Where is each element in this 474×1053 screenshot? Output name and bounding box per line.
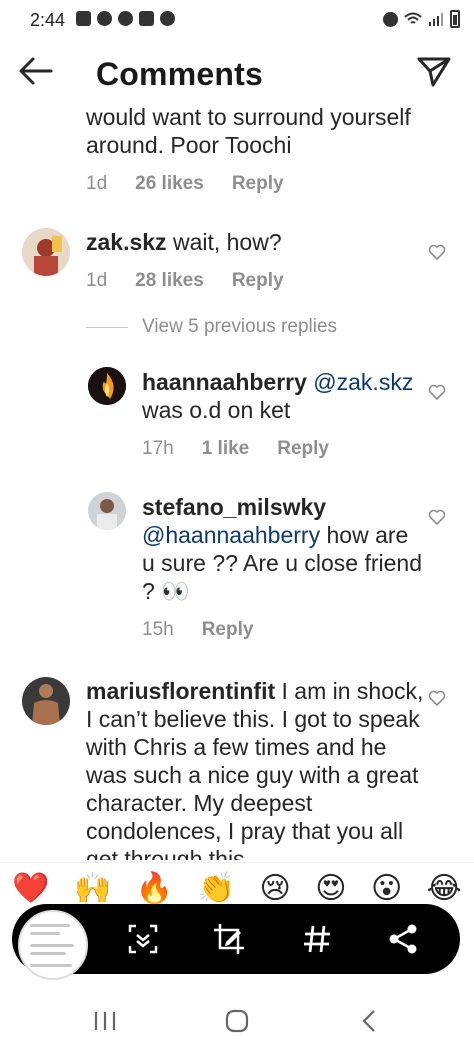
like-heart-icon[interactable] <box>428 690 446 706</box>
reaction-raised-hands[interactable]: 🙌 <box>74 872 111 906</box>
reaction-clap[interactable]: 👏 <box>198 872 235 906</box>
avatar[interactable] <box>88 367 126 405</box>
like-heart-icon[interactable] <box>428 384 446 400</box>
reaction-crying[interactable]: 😢 <box>259 872 290 906</box>
share-icon <box>389 924 417 954</box>
hashtag-button[interactable] <box>300 922 334 956</box>
screenshot-toolbar <box>12 904 460 980</box>
comment-username[interactable]: zak.skz <box>86 229 167 255</box>
comment: zak.skz wait, how? 1d 28 likes Reply <box>86 228 416 292</box>
reply: haannaahberry @zak.skz was o.d on ket 17h… <box>142 368 422 460</box>
view-replies-label: View 5 previous replies <box>142 316 338 337</box>
comment-meta: 1d 26 likes Reply <box>86 173 446 195</box>
comment: mariusflorentinfit I am in shock, I can’… <box>86 677 426 860</box>
home-icon <box>225 1009 249 1033</box>
scroll-capture-button[interactable] <box>126 922 160 956</box>
reply-meta: 15h Reply <box>142 619 422 641</box>
alarm-icon <box>383 11 398 27</box>
reply-time: 17h <box>142 438 174 459</box>
comment-text: would want to surround yourself around. … <box>86 104 411 158</box>
comment-text: wait, how? <box>166 229 282 255</box>
divider-line <box>86 326 128 328</box>
hashtag-icon <box>304 925 330 953</box>
reaction-fire[interactable]: 🔥 <box>136 872 173 906</box>
wifi-icon <box>404 12 422 24</box>
status-time: 2:44 <box>30 10 66 30</box>
comment-meta: 1d 28 likes Reply <box>86 270 416 292</box>
reply-username[interactable]: haannaahberry <box>142 369 307 395</box>
paper-plane-icon <box>417 57 451 87</box>
page-title: Comments <box>96 56 263 92</box>
snapchat-icon <box>97 11 112 26</box>
reply-button[interactable]: Reply <box>277 438 329 460</box>
reply-text: was o.d on ket <box>142 397 291 423</box>
signal-icon <box>429 13 443 26</box>
twitter-icon <box>118 11 133 26</box>
like-count[interactable]: 26 likes <box>135 173 204 195</box>
reaction-surprised[interactable]: 😮 <box>371 872 402 906</box>
recent-apps-button[interactable] <box>90 1008 120 1034</box>
reply: stefano_milswky @haannaahberry how are u … <box>142 493 422 641</box>
recent-apps-icon <box>94 1012 116 1030</box>
back-arrow-icon <box>19 57 53 85</box>
scroll-capture-icon <box>128 924 158 954</box>
message-icon <box>76 11 91 26</box>
like-heart-icon[interactable] <box>428 509 446 525</box>
comment-time: 1d <box>86 173 108 194</box>
reply-meta: 17h 1 like Reply <box>142 438 422 460</box>
like-heart-icon[interactable] <box>428 244 446 260</box>
share-direct-button[interactable] <box>416 56 452 88</box>
back-nav-button[interactable] <box>354 1008 384 1034</box>
header: Comments <box>0 42 474 106</box>
reply-button[interactable]: Reply <box>232 270 284 292</box>
gallery-icon <box>139 11 154 26</box>
like-count[interactable]: 28 likes <box>135 270 204 292</box>
system-navigation-bar <box>0 990 474 1053</box>
view-previous-replies[interactable]: View 5 previous replies <box>86 316 337 338</box>
comments-list[interactable]: would want to surround yourself around. … <box>0 100 474 860</box>
reaction-heart-eyes[interactable]: 😍 <box>315 872 346 906</box>
system-icons <box>383 10 460 28</box>
home-button[interactable] <box>222 1008 252 1034</box>
back-button[interactable] <box>18 56 54 86</box>
screenshot-thumbnail[interactable] <box>18 910 88 980</box>
reply-username[interactable]: stefano_milswky <box>142 494 326 520</box>
comment-username[interactable]: mariusflorentinfit <box>86 678 275 704</box>
tumblr-icon <box>160 11 175 26</box>
reply-button[interactable]: Reply <box>202 619 254 641</box>
battery-icon <box>450 10 460 28</box>
like-count[interactable]: 1 like <box>202 438 250 460</box>
mention-link[interactable]: @haannaahberry <box>142 522 320 548</box>
comment: would want to surround yourself around. … <box>86 103 446 195</box>
crop-edit-button[interactable] <box>212 922 246 956</box>
status-bar: 2:44 <box>0 0 474 42</box>
reply-time: 15h <box>142 619 174 640</box>
crop-edit-icon <box>214 924 244 954</box>
chevron-left-icon <box>362 1010 375 1032</box>
mention-link[interactable]: @zak.skz <box>313 369 413 395</box>
reaction-laughing[interactable]: 😂 <box>427 872 462 906</box>
avatar[interactable] <box>22 228 70 276</box>
avatar[interactable] <box>88 492 126 530</box>
comment-time: 1d <box>86 270 108 291</box>
share-button[interactable] <box>386 922 420 956</box>
notification-icons <box>76 11 175 26</box>
reaction-heart[interactable]: ❤️ <box>12 872 49 906</box>
comment-text: I am in shock, I can’t believe this. I g… <box>86 678 424 860</box>
avatar[interactable] <box>22 677 70 725</box>
reply-button[interactable]: Reply <box>232 173 284 195</box>
